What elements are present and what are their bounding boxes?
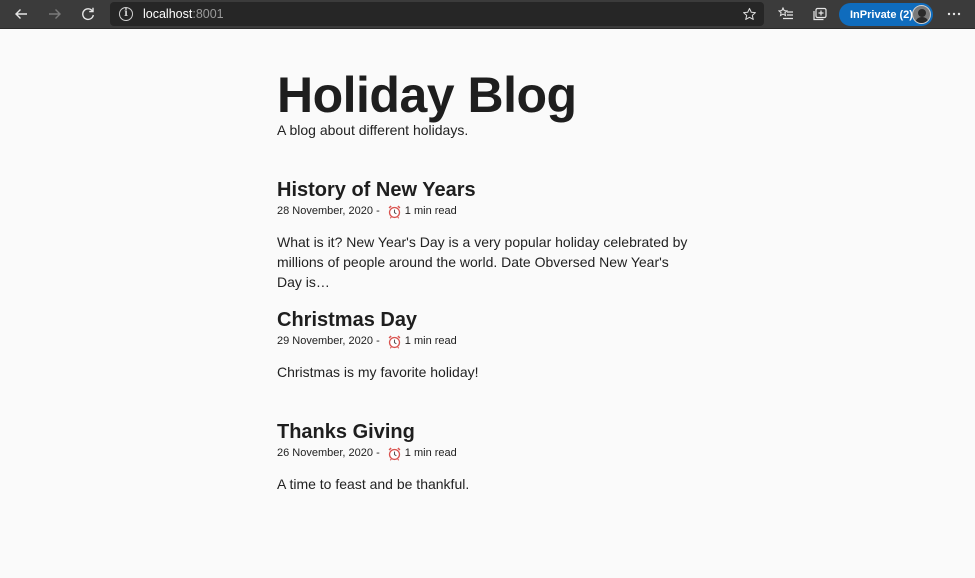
blog-post: Thanks Giving 26 November, 2020 - 1 min … — [277, 420, 697, 494]
post-title-link[interactable]: History of New Years — [277, 178, 697, 202]
blog-post: History of New Years 28 November, 2020 -… — [277, 178, 697, 292]
avatar — [912, 5, 931, 24]
address-bar[interactable]: i localhost:8001 — [110, 2, 764, 26]
post-meta: 29 November, 2020 - 1 min read — [277, 333, 697, 349]
post-date: 26 November, 2020 — [277, 447, 374, 459]
collections-button[interactable] — [808, 3, 832, 25]
post-excerpt: Christmas is my favorite holiday! — [277, 364, 479, 380]
blog-post: Christmas Day 29 November, 2020 - 1 min … — [277, 308, 697, 382]
meta-separator: - — [373, 205, 383, 217]
favorite-star-button[interactable] — [740, 5, 758, 23]
post-excerpt: What is it? New Year's Day is a very pop… — [277, 234, 688, 290]
url-text[interactable]: localhost:8001 — [143, 7, 224, 21]
info-icon[interactable]: i — [119, 7, 133, 21]
alarm-clock-icon — [388, 335, 401, 349]
alarm-clock-icon — [388, 447, 401, 461]
post-title-link[interactable]: Thanks Giving — [277, 420, 697, 444]
more-button[interactable] — [942, 3, 966, 25]
site-description: A blog about different holidays. — [277, 122, 469, 138]
forward-arrow-icon — [49, 9, 61, 19]
read-time: 1 min read — [404, 335, 457, 347]
star-icon — [742, 7, 756, 20]
read-time: 1 min read — [404, 447, 457, 459]
post-excerpt: A time to feast and be thankful. — [277, 476, 470, 492]
more-icon — [947, 12, 961, 16]
post-date: 28 November, 2020 — [277, 205, 374, 217]
site-title[interactable]: Holiday Blog — [277, 67, 577, 123]
meta-separator: - — [373, 335, 383, 347]
meta-separator: - — [373, 447, 383, 459]
inprivate-label: InPrivate (2) — [850, 8, 913, 21]
url-port: :8001 — [192, 7, 224, 21]
refresh-icon — [82, 7, 94, 21]
browser-toolbar: i localhost:8001 InPrivate (2) — [0, 0, 975, 29]
alarm-clock-icon — [388, 205, 401, 219]
collections-icon — [813, 7, 827, 21]
refresh-button[interactable] — [76, 3, 100, 25]
post-meta: 26 November, 2020 - 1 min read — [277, 445, 697, 461]
favorites-icon — [778, 6, 793, 20]
post-date: 29 November, 2020 — [277, 335, 374, 347]
read-time: 1 min read — [404, 205, 457, 217]
url-host: localhost — [143, 7, 193, 21]
post-title-link[interactable]: Christmas Day — [277, 308, 697, 332]
back-button[interactable] — [9, 3, 33, 25]
inprivate-button[interactable]: InPrivate (2) — [839, 3, 933, 26]
back-arrow-icon — [15, 9, 27, 19]
forward-button[interactable] — [43, 3, 67, 25]
favorites-button[interactable] — [774, 3, 798, 25]
post-meta: 28 November, 2020 - 1 min read — [277, 203, 697, 219]
